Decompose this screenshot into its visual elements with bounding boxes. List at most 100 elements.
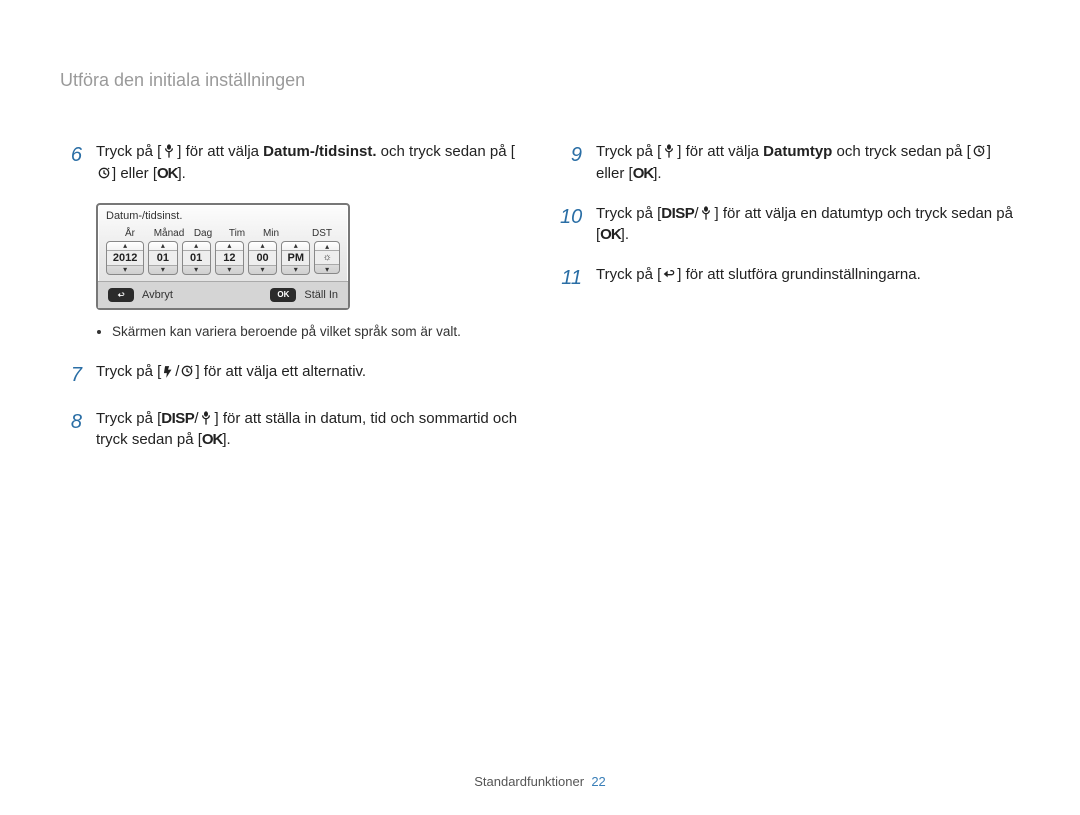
step-10: 10 Tryck på [DISP/] för att välja en dat…: [560, 203, 1020, 247]
t: ] eller [: [112, 165, 157, 182]
disp-icon: DISP: [161, 410, 194, 427]
min-value: 00: [249, 250, 276, 266]
step-text: Tryck på [ ] för att välja Datum-/tidsins…: [96, 141, 520, 185]
dst-spinner[interactable]: ▴ ☼ ▾: [314, 241, 340, 274]
chevron-up-icon[interactable]: ▴: [249, 242, 276, 250]
t: ] för att slutföra grundinställningarna.: [677, 266, 920, 283]
right-column: 9 Tryck på [] för att välja Datumtyp och…: [560, 141, 1020, 469]
hour-spinner[interactable]: ▴ 12 ▾: [215, 241, 244, 275]
chevron-up-icon[interactable]: ▴: [183, 242, 210, 250]
page-title: Utföra den initiala inställningen: [60, 70, 1020, 91]
step-number: 11: [560, 264, 582, 293]
day-value: 01: [183, 250, 210, 266]
step-11: 11 Tryck på [ ] för att slutföra grundins…: [560, 264, 1020, 293]
day-spinner[interactable]: ▴ 01 ▾: [182, 241, 211, 275]
hdr-hour: Tim: [220, 228, 254, 239]
macro-icon: [198, 410, 214, 426]
step-text: Tryck på [] för att välja Datumtyp och t…: [596, 141, 1020, 185]
ok-icon: OK: [157, 165, 178, 182]
back-icon: [108, 288, 134, 302]
t: Tryck på [: [596, 205, 661, 222]
disp-icon: DISP: [661, 205, 694, 222]
t: Datum-/tidsinst.: [263, 143, 376, 160]
t: ].: [178, 165, 186, 182]
chevron-down-icon[interactable]: ▾: [107, 266, 143, 274]
t: Datumtyp: [763, 143, 832, 160]
step-9: 9 Tryck på [] för att välja Datumtyp och…: [560, 141, 1020, 185]
panel-title: Datum-/tidsinst.: [98, 205, 348, 225]
chevron-up-icon[interactable]: ▴: [107, 242, 143, 250]
hdr-min: Min: [254, 228, 288, 239]
content-columns: 6 Tryck på [ ] för att välja Datum-/tidsi…: [60, 141, 1020, 469]
ok-badge-icon: OK: [270, 288, 296, 302]
t: och tryck sedan på [: [832, 143, 970, 160]
month-spinner[interactable]: ▴ 01 ▾: [148, 241, 177, 275]
page-footer: Standardfunktioner 22: [0, 774, 1080, 789]
chevron-down-icon[interactable]: ▾: [183, 266, 210, 274]
panel-headers: År Månad Dag Tim Min DST: [98, 225, 348, 240]
step-8: 8 Tryck på [DISP/] för att ställa in dat…: [60, 408, 520, 452]
ok-icon: OK: [633, 165, 654, 182]
left-column: 6 Tryck på [ ] för att välja Datum-/tidsi…: [60, 141, 520, 469]
macro-icon: [698, 205, 714, 221]
t: ] för att välja: [177, 143, 263, 160]
chevron-down-icon[interactable]: ▾: [282, 266, 309, 274]
page: Utföra den initiala inställningen 6 Tryc…: [0, 0, 1080, 815]
ampm-value: PM: [282, 250, 309, 266]
step-text: Tryck på [DISP/] för att ställa in datum…: [96, 408, 520, 452]
t: Tryck på [: [596, 266, 661, 283]
chevron-down-icon[interactable]: ▾: [249, 266, 276, 274]
step-number: 6: [60, 141, 82, 185]
chevron-up-icon[interactable]: ▴: [149, 242, 176, 250]
macro-icon: [161, 143, 177, 159]
year-value: 2012: [107, 250, 143, 266]
macro-icon: [661, 143, 677, 159]
chevron-up-icon[interactable]: ▴: [315, 242, 339, 250]
step-text: Tryck på [ ] för att slutföra grundinstäl…: [596, 264, 921, 293]
ok-icon: OK: [600, 226, 621, 243]
note: Skärmen kan variera beroende på vilket s…: [96, 324, 520, 339]
ok-icon: OK: [202, 431, 223, 448]
hdr-month: Månad: [152, 228, 186, 239]
timer-icon: [96, 165, 112, 181]
set-label: Ställ In: [304, 289, 338, 301]
chevron-up-icon[interactable]: ▴: [216, 242, 243, 250]
footer-page-number: 22: [591, 774, 605, 789]
timer-icon: [971, 143, 987, 159]
t: Tryck på [: [96, 410, 161, 427]
hdr-day: Dag: [186, 228, 220, 239]
year-spinner[interactable]: ▴ 2012 ▾: [106, 241, 144, 275]
back-icon: [661, 266, 677, 282]
flash-icon: [161, 365, 175, 379]
note-text: Skärmen kan variera beroende på vilket s…: [112, 324, 520, 339]
dst-off-icon: ☼: [315, 250, 339, 265]
ampm-spinner[interactable]: ▴ PM ▾: [281, 241, 310, 275]
date-time-panel: Datum-/tidsinst. År Månad Dag Tim Min DS…: [96, 203, 350, 310]
t: ] för att välja: [677, 143, 763, 160]
step-number: 10: [560, 203, 582, 247]
step-6: 6 Tryck på [ ] för att välja Datum-/tidsi…: [60, 141, 520, 185]
hdr-year: År: [108, 228, 152, 239]
t: ].: [222, 431, 230, 448]
chevron-down-icon[interactable]: ▾: [315, 265, 339, 273]
min-spinner[interactable]: ▴ 00 ▾: [248, 241, 277, 275]
step-number: 8: [60, 408, 82, 452]
t: ] för att välja ett alternativ.: [195, 363, 366, 380]
t: Tryck på [: [96, 143, 161, 160]
t: och tryck sedan på [: [377, 143, 515, 160]
t: Tryck på [: [96, 363, 161, 380]
footer-section: Standardfunktioner: [474, 774, 584, 789]
step-number: 7: [60, 361, 82, 390]
panel-bottom-bar: Avbryt OK Ställ In: [98, 281, 348, 308]
t: ].: [621, 226, 629, 243]
chevron-up-icon[interactable]: ▴: [282, 242, 309, 250]
timer-icon: [179, 363, 195, 379]
chevron-down-icon[interactable]: ▾: [149, 266, 176, 274]
spinner-row: ▴ 2012 ▾ ▴ 01 ▾ ▴ 01 ▾ ▴: [98, 240, 348, 281]
chevron-down-icon[interactable]: ▾: [216, 266, 243, 274]
step-text: Tryck på [DISP/] för att välja en datumt…: [596, 203, 1020, 247]
hour-value: 12: [216, 250, 243, 266]
t: ].: [653, 165, 661, 182]
step-7: 7 Tryck på [/] för att välja ett alterna…: [60, 361, 520, 390]
step-text: Tryck på [/] för att välja ett alternati…: [96, 361, 366, 390]
